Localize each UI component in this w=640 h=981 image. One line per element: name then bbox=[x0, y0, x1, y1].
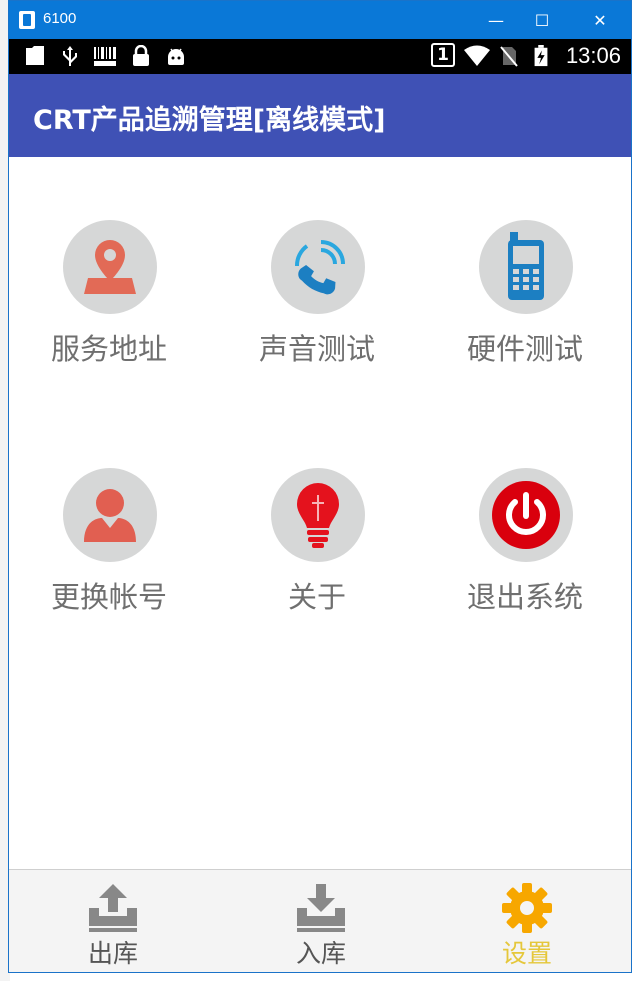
bottom-navigation: 出库 入库 设置 bbox=[9, 869, 631, 972]
app-toolbar: CRT产品追溯管理[离线模式] bbox=[9, 74, 631, 157]
download-tray-icon bbox=[297, 884, 345, 932]
power-icon bbox=[492, 481, 560, 549]
map-pin-icon bbox=[84, 240, 136, 294]
lightbulb-icon bbox=[297, 483, 339, 548]
status-time: 13:06 bbox=[565, 43, 621, 68]
settings-grid: 服务地址 声音测试 硬件测试 更换帐号 关于 退出系统 bbox=[9, 157, 631, 869]
usb-icon bbox=[63, 46, 77, 66]
barcode-icon bbox=[94, 47, 116, 66]
gear-icon bbox=[502, 883, 552, 933]
tile-icon-circle bbox=[63, 220, 157, 314]
android-status-bar: 1 13:06 bbox=[9, 39, 631, 74]
tile-label: 服务地址 bbox=[50, 332, 167, 366]
sim-1-icon: 1 bbox=[431, 43, 455, 67]
android-icon bbox=[168, 48, 184, 65]
tile-label: 声音测试 bbox=[258, 332, 375, 366]
tile-sound-test[interactable]: 声音测试 bbox=[217, 220, 417, 380]
wifi-icon bbox=[464, 45, 490, 66]
tile-label: 更换帐号 bbox=[50, 580, 167, 614]
user-icon bbox=[84, 489, 136, 542]
nav-item-inbound[interactable]: 入库 bbox=[231, 870, 411, 972]
lock-icon bbox=[133, 45, 149, 66]
no-sim-icon bbox=[500, 46, 518, 67]
phone-sound-icon bbox=[294, 240, 345, 295]
close-button[interactable]: ✕ bbox=[577, 1, 623, 39]
nav-item-settings[interactable]: 设置 bbox=[437, 870, 617, 972]
tile-exit-system[interactable]: 退出系统 bbox=[425, 468, 625, 628]
photo-icon bbox=[26, 46, 44, 65]
tile-label: 退出系统 bbox=[466, 580, 583, 614]
tile-label: 关于 bbox=[287, 580, 346, 614]
nav-label: 出库 bbox=[87, 939, 138, 968]
tile-label: 硬件测试 bbox=[466, 332, 583, 366]
tile-icon-circle bbox=[271, 220, 365, 314]
mobile-phone-icon bbox=[508, 232, 544, 300]
tile-hardware-test[interactable]: 硬件测试 bbox=[425, 220, 625, 380]
window-titlebar[interactable]: 6100 — ☐ ✕ bbox=[9, 1, 631, 39]
tile-icon-circle bbox=[63, 468, 157, 562]
upload-tray-icon bbox=[89, 884, 137, 932]
nav-label: 入库 bbox=[295, 939, 346, 968]
minimize-button[interactable]: — bbox=[473, 1, 519, 39]
maximize-button[interactable]: ☐ bbox=[519, 1, 565, 39]
window-title: 6100 bbox=[43, 10, 77, 27]
app-window-icon bbox=[19, 11, 35, 29]
emulator-window: 6100 — ☐ ✕ 1 13:06 CRT产品追溯管理[离线模式] 服务地址 … bbox=[8, 0, 632, 973]
tile-icon-circle bbox=[479, 220, 573, 314]
nav-item-outbound[interactable]: 出库 bbox=[23, 870, 203, 972]
nav-label: 设置 bbox=[501, 939, 552, 968]
tile-icon-circle bbox=[479, 468, 573, 562]
tile-icon-circle bbox=[271, 468, 365, 562]
tile-service-address[interactable]: 服务地址 bbox=[9, 220, 209, 380]
battery-charging-icon bbox=[534, 45, 548, 67]
app-title: CRT产品追溯管理[离线模式] bbox=[33, 105, 386, 136]
tile-switch-account[interactable]: 更换帐号 bbox=[9, 468, 209, 628]
tile-about[interactable]: 关于 bbox=[217, 468, 417, 628]
